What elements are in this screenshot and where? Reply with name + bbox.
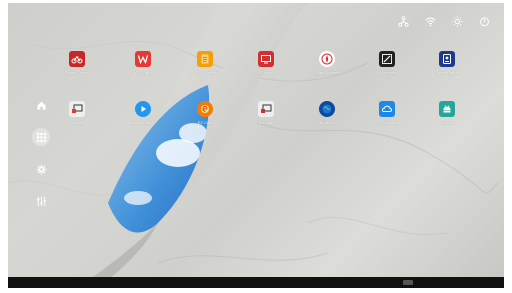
- app-annotate[interactable]: Annotate: [357, 51, 417, 75]
- app-wps-office[interactable]: WPS Office: [113, 51, 173, 75]
- screen-icon: [258, 51, 274, 67]
- app-e-play[interactable]: E-play: [236, 51, 296, 75]
- app-label: Annotate: [378, 70, 395, 75]
- app-display[interactable]: Display: [47, 101, 107, 125]
- apps-grid-icon[interactable]: [32, 128, 50, 146]
- app-ez-cast[interactable]: EZ Cast: [175, 101, 235, 125]
- app-label: Browser: [319, 120, 335, 125]
- play-icon: [135, 101, 151, 117]
- cast-icon: [69, 101, 85, 117]
- app-label: EZ Cast: [197, 120, 213, 125]
- e-letter-icon: [197, 101, 213, 117]
- nav-indicator: [403, 280, 413, 285]
- app-browser[interactable]: Browser: [297, 101, 357, 125]
- app-csf-eviewing[interactable]: CSF e-Viewing: [175, 51, 235, 75]
- desktop-screen: Speed Online WPS Office CSF e-Viewing E-…: [8, 3, 504, 288]
- equalizer-icon[interactable]: [32, 192, 50, 210]
- app-label: AppStore: [438, 120, 456, 125]
- app-label: E-play: [260, 70, 272, 75]
- globe-icon: [319, 101, 335, 117]
- app-label: Cloud Browser: [313, 70, 341, 75]
- app-label: Manage: [258, 120, 274, 125]
- wps-icon: [135, 51, 151, 67]
- network-icon[interactable]: [398, 14, 409, 27]
- app-label: Media Player: [131, 120, 155, 125]
- app-cloud-browser[interactable]: Cloud Browser: [297, 51, 357, 75]
- power-icon[interactable]: [479, 14, 490, 27]
- compass-icon: [319, 51, 335, 67]
- app-smart-badge[interactable]: Smart Badge: [417, 51, 477, 75]
- wifi-icon[interactable]: [425, 14, 436, 27]
- app-label: Smart Badge: [435, 70, 459, 75]
- bike-icon: [69, 51, 85, 67]
- badge-icon: [439, 51, 455, 67]
- app-ops-capture[interactable]: OPS Capture: [357, 101, 417, 125]
- cloud-icon: [379, 101, 395, 117]
- settings-icon[interactable]: [32, 160, 50, 178]
- page-curl-wallpaper: [8, 3, 308, 288]
- app-label: WPS Office: [132, 70, 154, 75]
- cast-screen-icon: [258, 101, 274, 117]
- bottom-bar: [8, 277, 504, 288]
- app-media-player[interactable]: Media Player: [113, 101, 173, 125]
- app-label: CSF e-Viewing: [191, 70, 219, 75]
- app-label: Display: [70, 120, 84, 125]
- app-app-store[interactable]: AppStore: [417, 101, 477, 125]
- app-manage[interactable]: Manage: [236, 101, 296, 125]
- pen-icon: [379, 51, 395, 67]
- app-label: OPS Capture: [375, 120, 399, 125]
- document-icon: [197, 51, 213, 67]
- app-label: Speed Online: [64, 70, 90, 75]
- brightness-icon[interactable]: [452, 14, 463, 27]
- android-icon: [439, 101, 455, 117]
- status-bar: [398, 14, 490, 27]
- app-speed-online[interactable]: Speed Online: [47, 51, 107, 75]
